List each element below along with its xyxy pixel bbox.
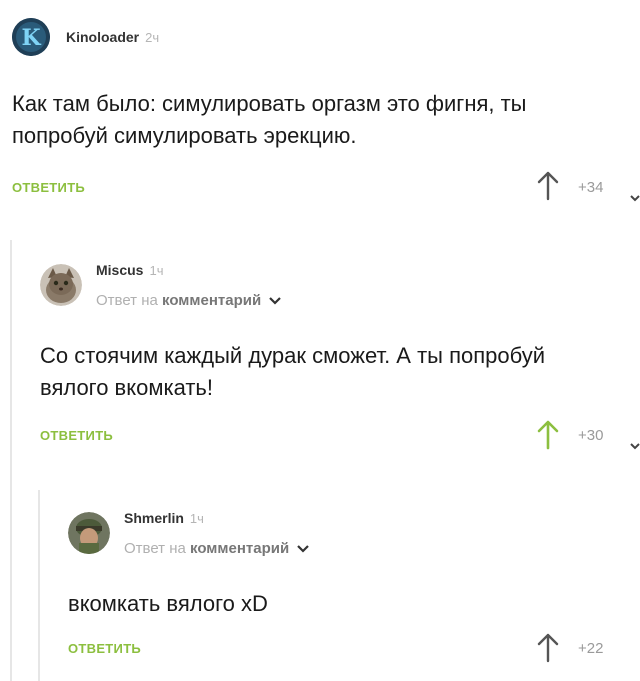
comment-text: вкомкать вялого xD	[68, 588, 268, 620]
comment: Shmerlin 1ч Ответ на комментарий вкомкать…	[0, 0, 640, 681]
upvote-arrow-icon[interactable]	[536, 633, 560, 668]
comment-time: 1ч	[189, 511, 204, 526]
reply-to-link[interactable]: Ответ на комментарий	[124, 540, 310, 558]
reply-prefix: Ответ на	[124, 540, 186, 557]
avatar[interactable]	[68, 512, 110, 554]
comment-text-line: вкомкать вялого xD	[68, 591, 268, 616]
reply-button[interactable]: ОТВЕТИТЬ	[68, 641, 141, 656]
chevron-down-icon[interactable]	[297, 541, 310, 558]
author-name[interactable]: Shmerlin 1ч	[124, 510, 204, 526]
reply-target[interactable]: комментарий	[190, 540, 289, 557]
rating-value: +22	[578, 640, 604, 657]
